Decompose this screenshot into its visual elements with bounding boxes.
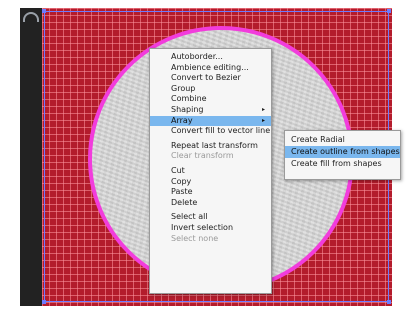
menu-item-shaping[interactable]: Shaping ▸ [150, 105, 271, 116]
submenu-item-create-fill-from-shapes[interactable]: Create fill from shapes [285, 158, 400, 170]
menu-item-label: Copy [171, 176, 192, 186]
app-logo-icon [23, 12, 39, 22]
menu-item-clear-transform: Clear transform [150, 151, 271, 162]
menu-item-label: Create Radial [291, 135, 345, 144]
menu-item-ambience-editing[interactable]: Ambience editing... [150, 63, 271, 74]
menu-item-group[interactable]: Group [150, 84, 271, 95]
menu-item-select-none: Select none [150, 234, 271, 245]
submenu-arrow-icon: ▸ [261, 116, 265, 124]
menu-item-label: Array [171, 115, 193, 125]
menu-item-copy[interactable]: Copy [150, 177, 271, 188]
menu-item-label: Convert fill to vector line [171, 126, 271, 136]
menu-item-label: Paste [171, 187, 193, 197]
menu-item-convert-fill-to-vector-line[interactable]: Convert fill to vector line [150, 126, 271, 137]
selection-handle[interactable] [387, 300, 391, 304]
submenu-arrow-icon: ▸ [261, 105, 265, 113]
menu-item-label: Combine [171, 94, 207, 104]
selection-handle[interactable] [387, 9, 391, 13]
menu-item-label: Shaping [171, 104, 204, 114]
menu-item-label: Group [171, 83, 196, 93]
menu-item-paste[interactable]: Paste [150, 187, 271, 198]
menu-item-label: Select all [171, 212, 208, 222]
selection-handle[interactable] [42, 9, 46, 13]
menu-item-label: Select none [171, 233, 219, 243]
menu-item-array[interactable]: Array ▸ [150, 115, 271, 127]
menu-item-select-all[interactable]: Select all [150, 212, 271, 223]
menu-item-autoborder[interactable]: Autoborder... [150, 52, 271, 63]
menu-item-label: Autoborder... [171, 52, 223, 61]
left-toolbar [20, 8, 42, 306]
menu-item-label: Repeat last transform [171, 140, 258, 150]
menu-item-label: Invert selection [171, 222, 234, 232]
menu-item-label: Create fill from shapes [291, 159, 382, 168]
submenu-item-create-outline-from-shapes[interactable]: Create outline from shapes [285, 146, 400, 158]
menu-item-cut[interactable]: Cut [150, 166, 271, 177]
menu-item-label: Ambience editing... [171, 62, 249, 72]
context-menu: Autoborder... Ambience editing... Conver… [149, 48, 272, 294]
selection-handle[interactable] [42, 300, 46, 304]
menu-item-delete[interactable]: Delete [150, 198, 271, 209]
array-submenu: Create Radial Create outline from shapes… [284, 130, 401, 180]
menu-item-label: Delete [171, 197, 198, 207]
menu-item-label: Convert to Bezier [171, 73, 241, 83]
menu-item-repeat-last-transform[interactable]: Repeat last transform [150, 141, 271, 152]
submenu-item-create-radial[interactable]: Create Radial [285, 134, 400, 146]
menu-item-combine[interactable]: Combine [150, 94, 271, 105]
menu-item-convert-to-bezier[interactable]: Convert to Bezier [150, 73, 271, 84]
menu-item-invert-selection[interactable]: Invert selection [150, 223, 271, 234]
menu-item-label: Clear transform [171, 151, 234, 161]
menu-item-label: Create outline from shapes [291, 147, 400, 156]
menu-item-label: Cut [171, 165, 185, 175]
